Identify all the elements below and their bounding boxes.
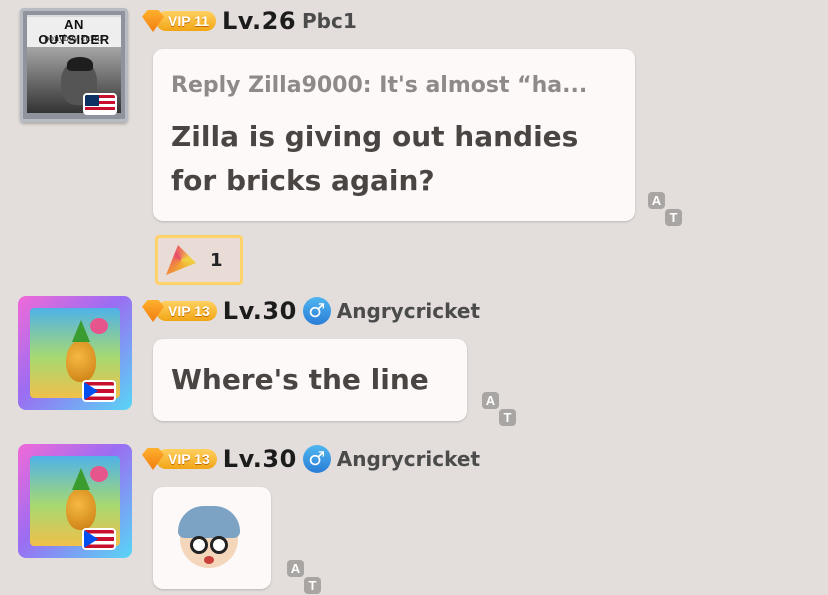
male-gender-icon: ♂ [302, 297, 331, 325]
vip-level: 13 [194, 303, 210, 319]
user-level: Lv.30 [222, 297, 297, 325]
pr-flag-icon [82, 380, 116, 402]
username[interactable]: Angrycricket [337, 299, 480, 323]
vip-badge: VIP 13 [142, 447, 217, 471]
username[interactable]: Pbc1 [302, 9, 357, 33]
pineapple-art [66, 340, 96, 382]
pineapple-art [66, 488, 96, 530]
user-level: Lv.30 [222, 445, 297, 473]
translate-t-glyph: T [665, 209, 682, 226]
translate-a-glyph: A [482, 392, 499, 409]
message-bubble[interactable]: Where's the line [153, 339, 467, 421]
sticker-glasses-right [210, 536, 228, 554]
sticker-glasses-left [190, 536, 208, 554]
us-flag-icon [83, 93, 117, 115]
male-gender-icon: ♂ [302, 445, 331, 473]
translate-t-glyph: T [499, 409, 516, 426]
reaction-chip[interactable]: 1 [155, 235, 243, 285]
butterfly-art [90, 466, 108, 482]
avatar-pbc1[interactable]: AN OUTSIDER ponyboy curtis [20, 8, 128, 122]
vip-level: 11 [194, 13, 210, 29]
vip-badge: VIP 13 [142, 299, 217, 323]
vip-label: VIP [168, 303, 191, 319]
helmet-nerd-sticker [178, 506, 240, 568]
sticker-mouth [204, 556, 214, 564]
message-header: VIP 13 Lv.30 ♂ Angrycricket [142, 444, 480, 474]
message-header: VIP 13 Lv.30 ♂ Angrycricket [142, 296, 480, 326]
message-bubble[interactable]: Reply Zilla9000: It's almost “ha... Zill… [153, 49, 635, 221]
reaction-count: 1 [210, 249, 223, 271]
translate-t-glyph: T [304, 577, 321, 594]
username[interactable]: Angrycricket [337, 447, 480, 471]
pr-flag-icon [82, 528, 116, 550]
message-text: Where's the line [171, 363, 429, 396]
translate-icon[interactable]: A T [287, 560, 321, 594]
message-line-1: Zilla is giving out handies [171, 120, 579, 153]
message-text: Zilla is giving out handies for bricks a… [171, 115, 578, 203]
user-level: Lv.26 [222, 7, 297, 35]
message-line-2: for bricks again? [171, 164, 435, 197]
party-popper-icon [166, 245, 196, 275]
vip-level: 13 [194, 451, 210, 467]
translate-a-glyph: A [648, 192, 665, 209]
vip-badge: VIP 11 [142, 9, 217, 33]
translate-icon[interactable]: A T [482, 392, 516, 426]
avatar-angrycricket[interactable] [18, 444, 132, 558]
avatar-book-subtitle: ponyboy curtis [44, 34, 104, 43]
message-header: VIP 11 Lv.26 Pbc1 [142, 6, 357, 36]
avatar-angrycricket[interactable] [18, 296, 132, 410]
vip-label: VIP [168, 451, 191, 467]
butterfly-art [90, 318, 108, 334]
vip-label: VIP [168, 13, 191, 29]
translate-a-glyph: A [287, 560, 304, 577]
reply-quote: Reply Zilla9000: It's almost “ha... [171, 73, 588, 98]
translate-icon[interactable]: A T [648, 192, 682, 226]
